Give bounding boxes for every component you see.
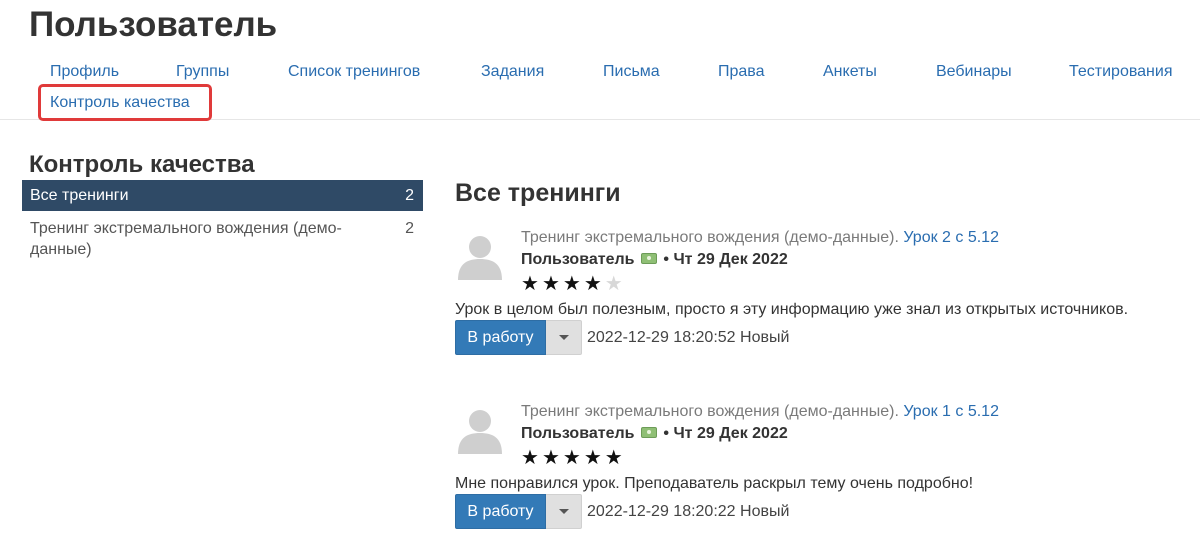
review-comment: Урок в целом был полезным, просто я эту … — [455, 301, 1129, 318]
review-action-group: В работу — [455, 320, 582, 355]
tab-testing[interactable]: Тестирования — [1069, 62, 1173, 82]
tab-tasks[interactable]: Задания — [481, 62, 544, 82]
star-icon: ★ — [521, 273, 542, 295]
star-icon: ★ — [562, 273, 584, 295]
review-training-line: Тренинг экстремального вождения (демо-да… — [521, 402, 999, 422]
review-lesson-link[interactable]: Урок 2 с 5.12 — [903, 229, 999, 246]
star-icon: ★ — [562, 447, 584, 469]
tab-surveys[interactable]: Анкеты — [823, 62, 877, 82]
active-tab-highlight — [38, 84, 212, 121]
review-author-line: Пользователь • Чт 29 Дек 2022 — [521, 250, 788, 270]
star-icon: ★ — [521, 447, 542, 469]
user-avatar-icon — [455, 230, 505, 280]
sidebar-item-all-trainings[interactable]: Все тренинги 2 — [22, 180, 423, 211]
sidebar-item-count: 2 — [405, 187, 414, 204]
review-training-line: Тренинг экстремального вождения (демо-да… — [521, 228, 999, 248]
review-author[interactable]: Пользователь — [521, 251, 634, 268]
money-icon — [640, 253, 657, 265]
review-status: Новый — [740, 329, 790, 346]
action-dropdown-toggle[interactable] — [546, 494, 582, 529]
review-date: Чт 29 Дек 2022 — [673, 425, 788, 442]
caret-down-icon — [558, 509, 569, 514]
review-training-name: Тренинг экстремального вождения (демо-да… — [521, 229, 899, 246]
page-title: Пользователь — [29, 5, 278, 44]
review-author-line: Пользователь • Чт 29 Дек 2022 — [521, 424, 788, 444]
sidebar-item-label: Все тренинги — [30, 187, 129, 204]
review-timestamp: 2022-12-29 18:20:52 — [587, 329, 736, 346]
review-training-name: Тренинг экстремального вождения (демо-да… — [521, 403, 899, 420]
tab-trainings-list[interactable]: Список тренингов — [288, 62, 420, 82]
review-status-line: 2022-12-29 18:20:22 Новый — [587, 502, 789, 522]
review-timestamp: 2022-12-29 18:20:22 — [587, 503, 736, 520]
review-card: Тренинг экстремального вождения (демо-да… — [455, 228, 1175, 400]
tab-profile[interactable]: Профиль — [50, 62, 119, 82]
star-icon: ★ — [541, 273, 563, 295]
action-dropdown-toggle[interactable] — [546, 320, 582, 355]
star-icon: ★ — [604, 273, 626, 295]
rating-stars: ★★★★★ — [521, 448, 626, 468]
sidebar-item-label: Тренинг экстремального вождения (демо-да… — [30, 220, 342, 258]
tab-webinars[interactable]: Вебинары — [936, 62, 1012, 82]
sidebar-item-extreme-driving[interactable]: Тренинг экстремального вождения (демо-да… — [22, 216, 423, 262]
content-title: Все тренинги — [455, 179, 621, 207]
tab-rights[interactable]: Права — [718, 62, 765, 82]
take-to-work-button[interactable]: В работу — [455, 494, 546, 529]
review-action-group: В работу — [455, 494, 582, 529]
caret-down-icon — [558, 335, 569, 340]
star-icon: ★ — [541, 447, 563, 469]
review-author[interactable]: Пользователь — [521, 425, 634, 442]
star-icon: ★ — [583, 447, 605, 469]
user-avatar-icon — [455, 404, 505, 454]
review-lesson-link[interactable]: Урок 1 с 5.12 — [903, 403, 999, 420]
take-to-work-button[interactable]: В работу — [455, 320, 546, 355]
rating-stars: ★★★★★ — [521, 274, 626, 294]
sidebar-title: Контроль качества — [29, 151, 255, 178]
star-icon: ★ — [583, 273, 605, 295]
sidebar-item-count: 2 — [405, 220, 414, 237]
review-separator: • — [663, 251, 669, 268]
tab-letters[interactable]: Письма — [603, 62, 660, 82]
tab-groups[interactable]: Группы — [176, 62, 229, 82]
review-separator: • — [663, 425, 669, 442]
review-comment: Мне понравился урок. Преподаватель раскр… — [455, 475, 974, 492]
review-card: Тренинг экстремального вождения (демо-да… — [455, 402, 1175, 556]
star-icon: ★ — [604, 447, 626, 469]
money-icon — [640, 427, 657, 439]
review-status: Новый — [740, 503, 790, 520]
review-date: Чт 29 Дек 2022 — [673, 251, 788, 268]
review-status-line: 2022-12-29 18:20:52 Новый — [587, 328, 789, 348]
